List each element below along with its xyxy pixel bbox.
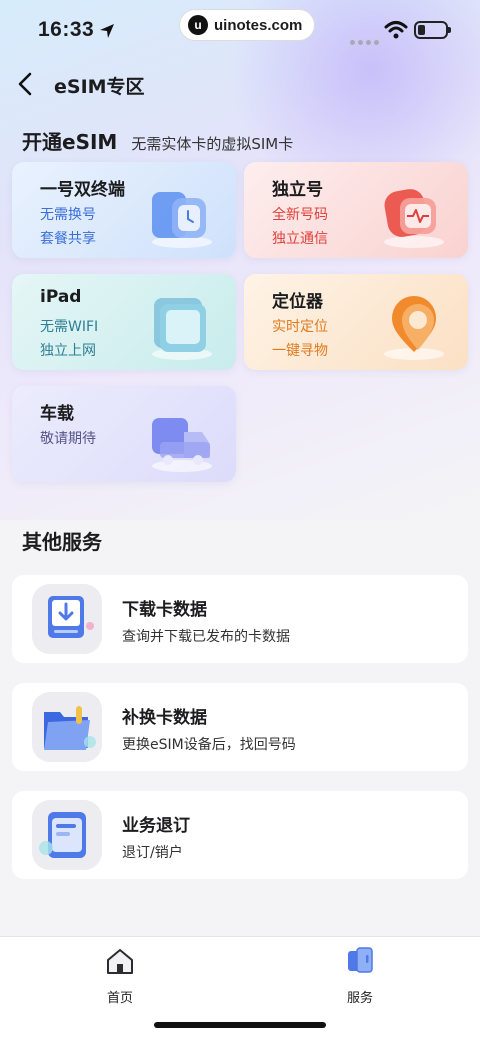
truck-icon: [152, 418, 212, 472]
service-title: 补换卡数据: [122, 708, 207, 728]
service-replace-card-data[interactable]: 补换卡数据 更换eSIM设备后，找回号码: [12, 683, 468, 771]
heart-rate-watch-icon: [384, 189, 444, 248]
location-pin-icon: [384, 296, 444, 360]
tab-service[interactable]: 服务: [320, 945, 400, 1006]
service-unsubscribe[interactable]: 业务退订 退订/销户: [12, 791, 468, 879]
card-line2: 一键寻物: [272, 343, 328, 359]
card-line2: 独立上网: [40, 343, 96, 359]
card-line1: 无需WIFI: [40, 319, 99, 335]
navigation-bar: eSIM专区: [0, 62, 480, 106]
card-title: 独立号: [272, 180, 323, 200]
card-title: iPad: [40, 287, 82, 307]
esim-section-header: 开通eSIM 无需实体卡的虚拟SIM卡: [22, 126, 293, 155]
card-vehicle[interactable]: 车载 敬请期待: [12, 386, 236, 482]
download-icon: [32, 584, 102, 654]
wifi-icon: [384, 21, 408, 39]
watermark-badge: u uinotes.com: [180, 10, 315, 40]
tab-label: 首页: [106, 991, 133, 1006]
battery-icon: [414, 21, 451, 39]
section-subtitle: 无需实体卡的虚拟SIM卡: [131, 135, 294, 153]
clipboard-icon: [32, 800, 102, 870]
service-icon: [348, 947, 373, 973]
card-line2: 独立通信: [272, 231, 328, 247]
service-description: 更换eSIM设备后，找回号码: [122, 737, 296, 753]
status-time: 16:33: [38, 18, 95, 41]
service-description: 查询并下载已发布的卡数据: [122, 629, 290, 645]
watermark-text: uinotes.com: [214, 16, 303, 34]
tab-label: 服务: [346, 991, 373, 1006]
card-ipad[interactable]: iPad 无需WIFI 独立上网: [12, 274, 236, 370]
home-indicator: [154, 1022, 326, 1028]
card-title: 定位器: [272, 292, 323, 312]
signal-dots-icon: [350, 30, 382, 49]
watch-phone-icon: [152, 192, 212, 248]
home-icon: [107, 949, 133, 974]
card-independent-number[interactable]: 独立号 全新号码 独立通信: [244, 162, 468, 258]
card-line1: 全新号码: [272, 207, 328, 223]
service-description: 退订/销户: [122, 845, 183, 861]
page-title: eSIM专区: [54, 76, 145, 98]
card-line1: 实时定位: [272, 319, 328, 335]
card-line1: 敬请期待: [40, 431, 96, 447]
tab-home[interactable]: 首页: [80, 945, 160, 1006]
card-line2: 套餐共享: [40, 231, 96, 247]
tablet-icon: [152, 298, 212, 360]
location-arrow-icon: [100, 24, 114, 38]
other-services-title: 其他服务: [22, 530, 102, 554]
card-dual-terminal[interactable]: 一号双终端 无需换号 套餐共享: [12, 162, 236, 258]
service-download-card-data[interactable]: 下载卡数据 查询并下载已发布的卡数据: [12, 575, 468, 663]
watermark-logo: u: [188, 15, 208, 35]
back-button[interactable]: [14, 70, 38, 98]
card-title: 一号双终端: [40, 180, 125, 200]
service-title: 业务退订: [122, 816, 190, 836]
status-bar: 16:33 u uinotes.com: [0, 0, 480, 62]
section-title: 开通eSIM: [22, 130, 118, 154]
service-title: 下载卡数据: [122, 600, 207, 620]
card-line1: 无需换号: [40, 207, 96, 223]
folder-icon: [32, 692, 102, 762]
card-title: 车载: [40, 404, 74, 424]
card-locator[interactable]: 定位器 实时定位 一键寻物: [244, 274, 468, 370]
